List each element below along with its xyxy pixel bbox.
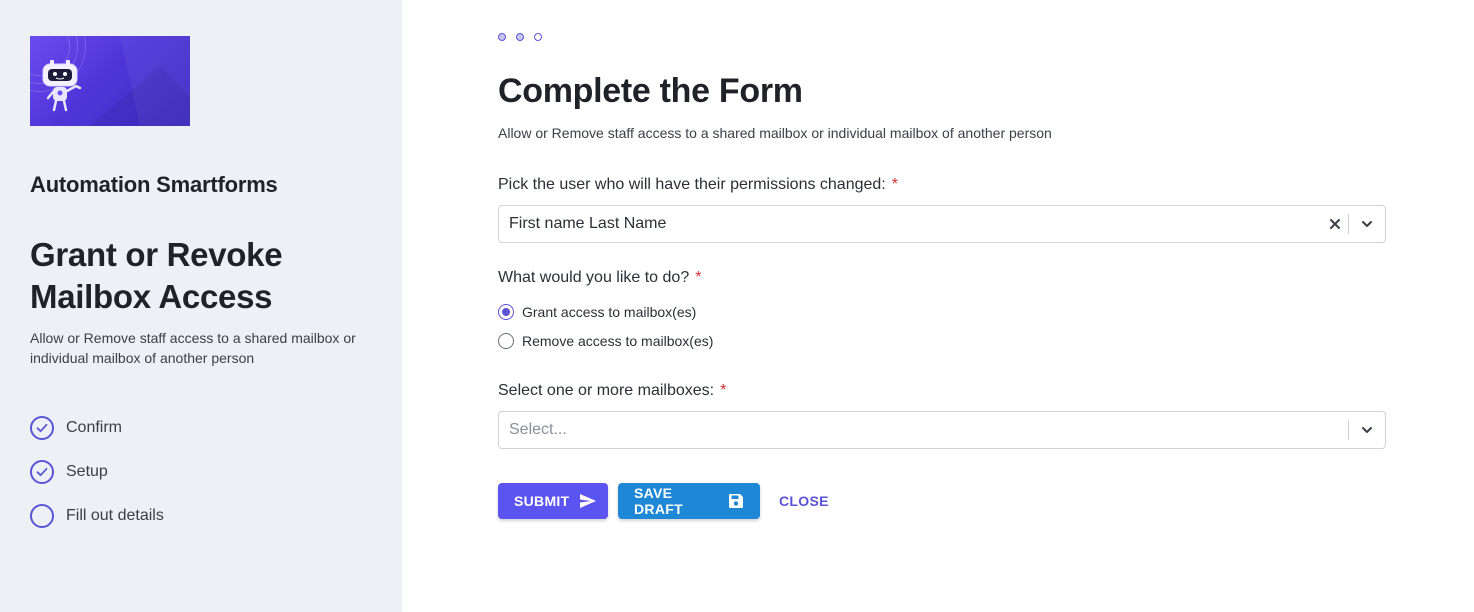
radio-button[interactable] bbox=[498, 304, 514, 320]
radio-label: Grant access to mailbox(es) bbox=[522, 304, 697, 320]
step-label: Setup bbox=[66, 463, 108, 480]
step-label: Confirm bbox=[66, 419, 123, 436]
app-title: Automation Smartforms bbox=[30, 172, 278, 197]
submit-button[interactable]: SUBMIT bbox=[498, 483, 608, 519]
close-button[interactable]: CLOSE bbox=[779, 493, 829, 509]
step-confirm: Confirm bbox=[30, 416, 164, 440]
save-draft-button[interactable]: SAVE DRAFT bbox=[618, 483, 760, 519]
robot-logo-icon bbox=[30, 36, 190, 126]
step-setup: Setup bbox=[30, 460, 164, 484]
progress-dots bbox=[498, 33, 542, 41]
required-mark: * bbox=[695, 269, 702, 286]
send-icon bbox=[579, 493, 597, 509]
check-circle-icon bbox=[30, 460, 54, 484]
progress-dot bbox=[498, 33, 506, 41]
page-title: Complete the Form bbox=[498, 72, 803, 110]
user-field-label: Pick the user who will have their permis… bbox=[498, 176, 898, 194]
radio-button[interactable] bbox=[498, 333, 514, 349]
step-label: Fill out details bbox=[66, 507, 164, 524]
progress-dot bbox=[534, 33, 542, 41]
mailbox-select[interactable]: Select... bbox=[498, 411, 1386, 449]
form-title: Grant or Revoke Mailbox Access bbox=[30, 236, 283, 315]
user-field-label-text: Pick the user who will have their permis… bbox=[498, 176, 886, 193]
step-fill-out-details: Fill out details bbox=[30, 504, 164, 528]
main-content: Complete the Form Allow or Remove staff … bbox=[498, 0, 1386, 612]
user-select[interactable]: First name Last Name bbox=[498, 205, 1386, 243]
radio-remove-access[interactable]: Remove access to mailbox(es) bbox=[498, 333, 713, 349]
form-description: Allow or Remove staff access to a shared… bbox=[30, 330, 356, 366]
page-description: Allow or Remove staff access to a shared… bbox=[498, 125, 1052, 141]
radio-grant-access[interactable]: Grant access to mailbox(es) bbox=[498, 304, 696, 320]
save-icon bbox=[728, 493, 744, 509]
mailbox-field-label: Select one or more mailboxes: * bbox=[498, 382, 726, 400]
chevron-down-icon[interactable] bbox=[1349, 206, 1385, 242]
action-field-label: What would you like to do? * bbox=[498, 269, 701, 287]
progress-dot bbox=[516, 33, 524, 41]
submit-button-label: SUBMIT bbox=[514, 493, 570, 509]
check-circle-icon bbox=[30, 416, 54, 440]
action-field-label-text: What would you like to do? bbox=[498, 269, 690, 286]
clear-icon[interactable] bbox=[1322, 206, 1348, 242]
user-select-value: First name Last Name bbox=[509, 215, 667, 232]
required-mark: * bbox=[891, 176, 898, 193]
required-mark: * bbox=[720, 382, 727, 399]
sidebar: Automation Smartforms Grant or Revoke Ma… bbox=[0, 0, 402, 612]
chevron-down-icon[interactable] bbox=[1349, 412, 1385, 448]
step-list: Confirm Setup Fill out details bbox=[30, 416, 164, 548]
save-draft-button-label: SAVE DRAFT bbox=[634, 485, 683, 517]
mailbox-select-placeholder: Select... bbox=[509, 421, 567, 438]
form-actions: SUBMIT SAVE DRAFT CLOSE bbox=[498, 483, 829, 519]
mailbox-field-label-text: Select one or more mailboxes: bbox=[498, 382, 715, 399]
empty-circle-icon bbox=[30, 504, 54, 528]
radio-label: Remove access to mailbox(es) bbox=[522, 333, 714, 349]
